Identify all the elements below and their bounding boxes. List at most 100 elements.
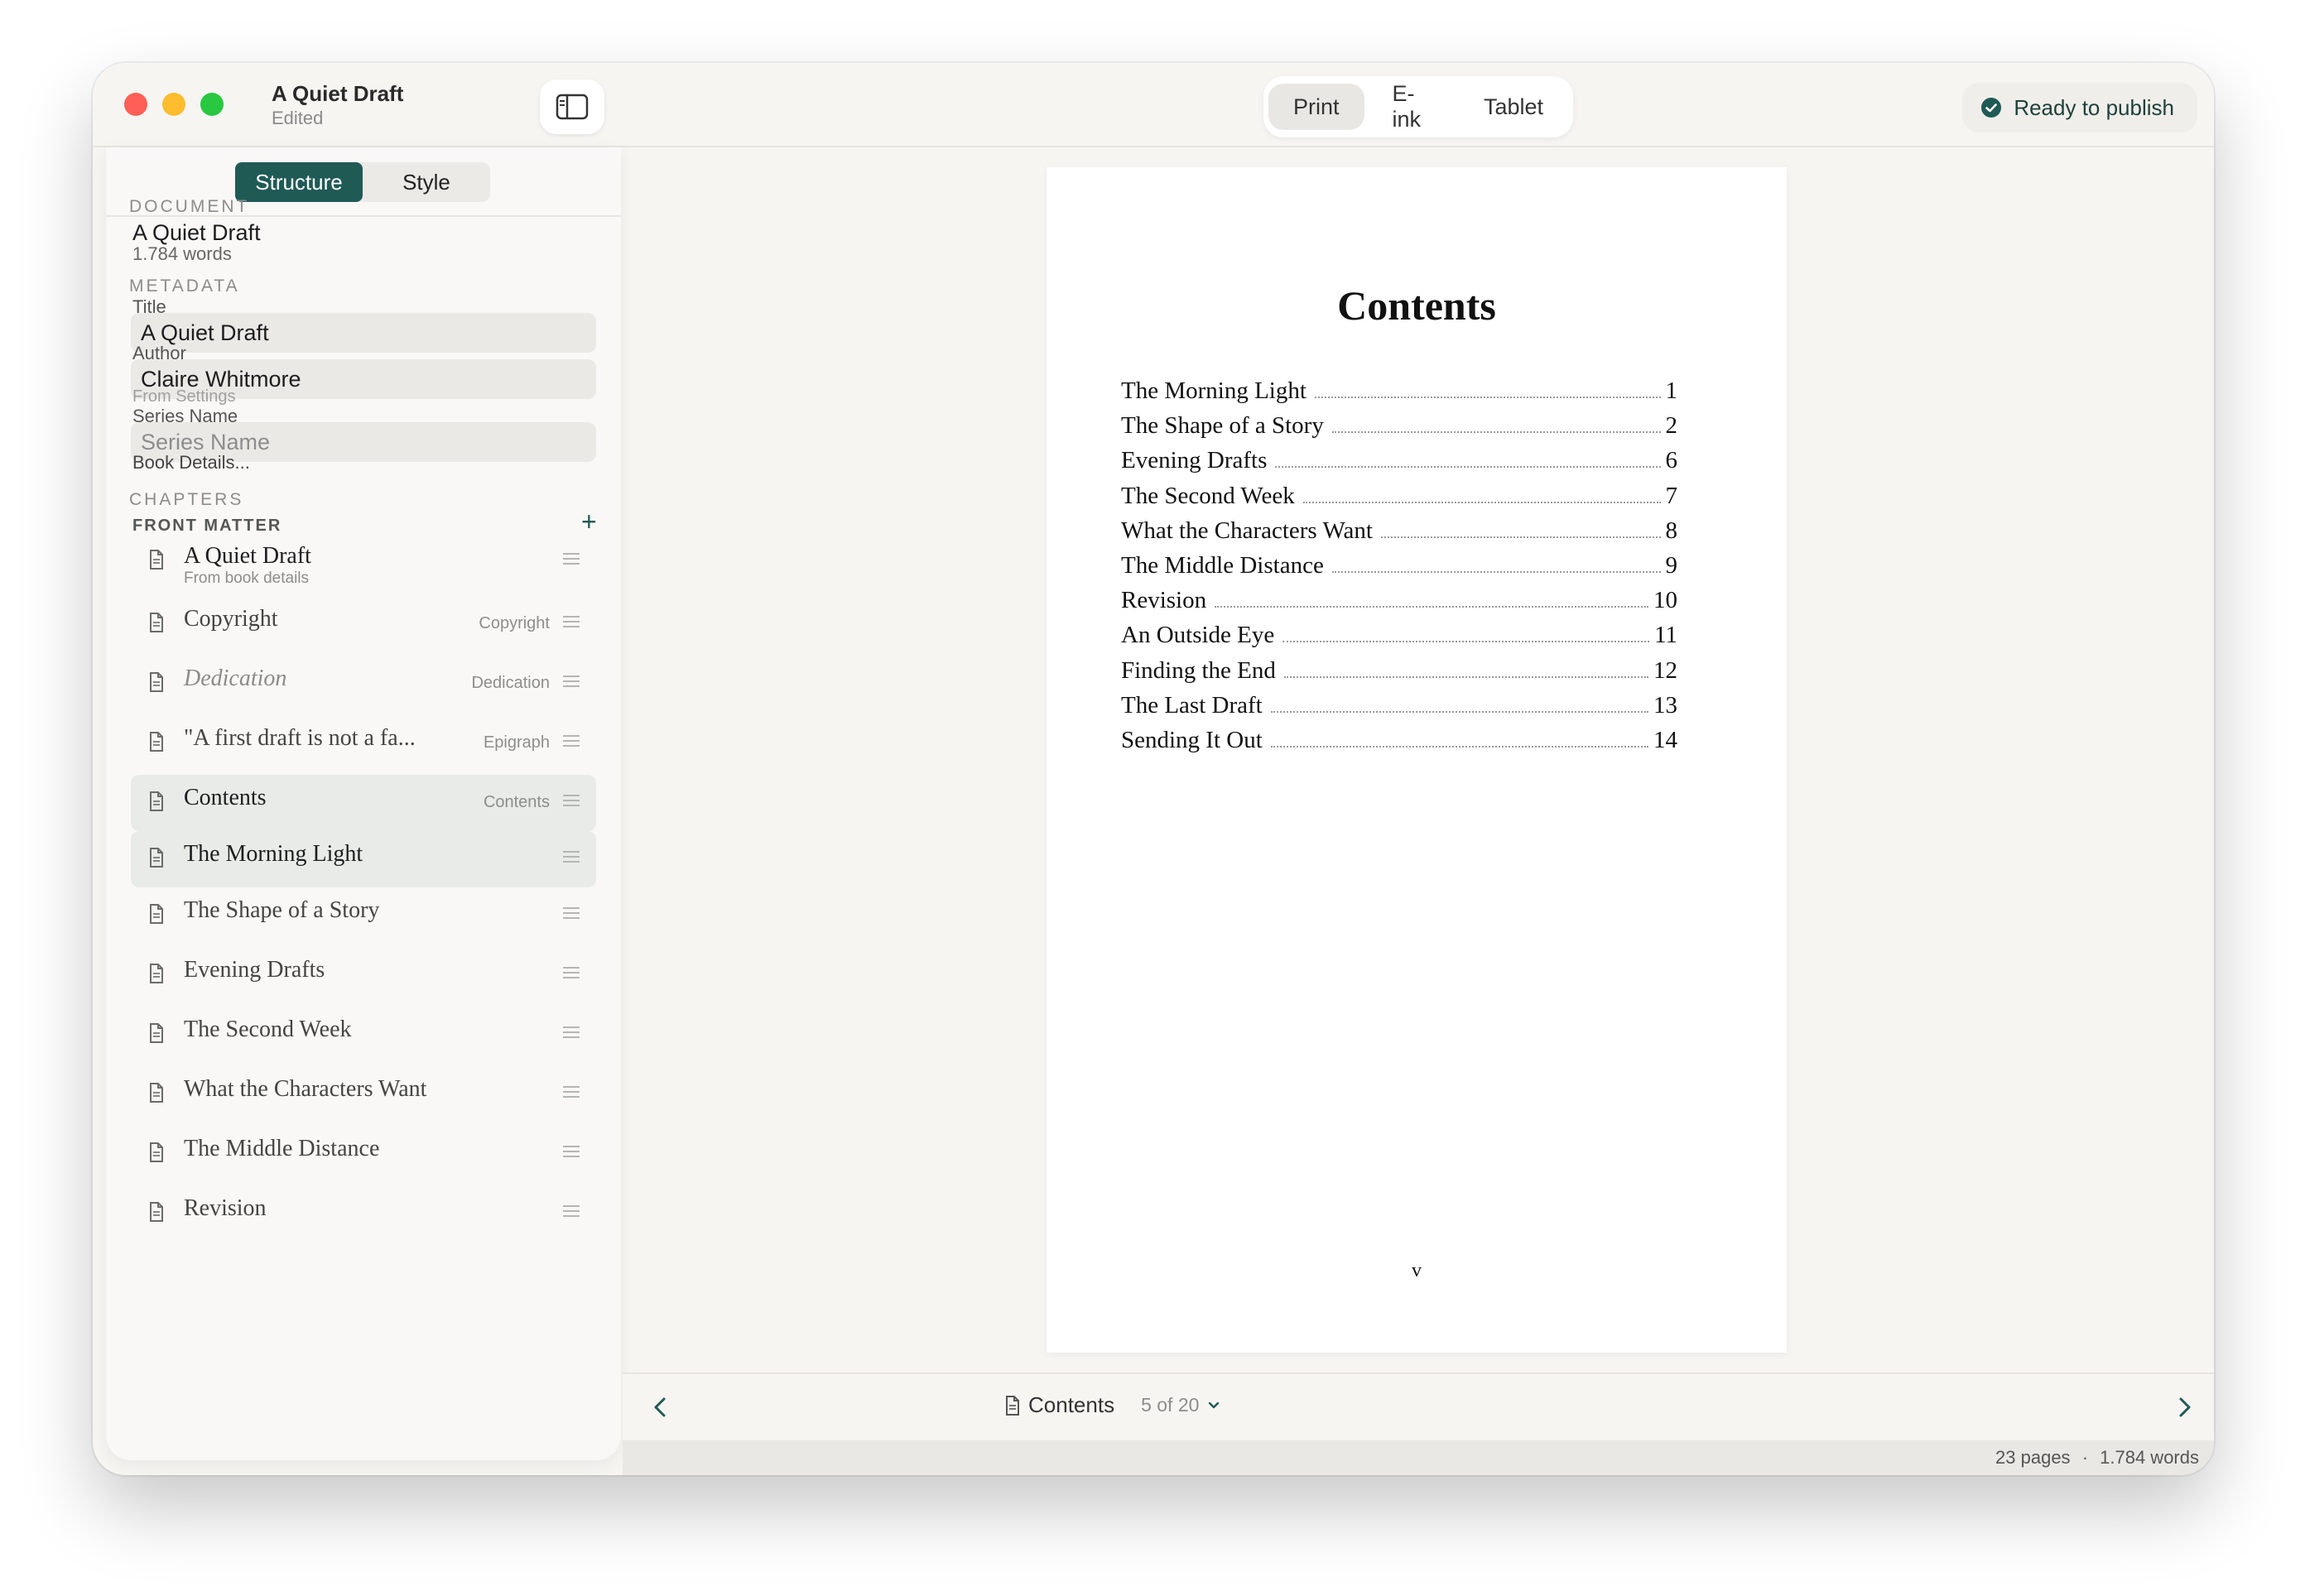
toc-entry[interactable]: Finding the End 12	[1121, 657, 1677, 692]
window-title: A Quiet Draft	[272, 81, 404, 106]
toc-entry-page: 8	[1665, 517, 1678, 544]
toc-leader	[1380, 536, 1661, 538]
chapter-source: From book details	[184, 570, 310, 587]
status-bar: 23 pages · 1.784 words	[623, 1440, 2214, 1475]
document-icon	[150, 550, 163, 570]
metadata-heading: METADATA	[129, 276, 240, 296]
tab-structure[interactable]: Structure	[235, 162, 363, 202]
chapter-type-tag: Epigraph	[483, 733, 550, 752]
toc-entry[interactable]: What the Characters Want 8	[1121, 517, 1677, 552]
current-section-selector[interactable]: Contents 5 of 20	[1005, 1392, 1220, 1418]
drag-handle-icon[interactable]	[563, 907, 580, 919]
document-icon	[150, 732, 163, 752]
minimize-window-button[interactable]	[162, 93, 185, 116]
toc-entry[interactable]: Sending It Out 14	[1121, 727, 1677, 762]
close-window-button[interactable]	[124, 93, 147, 116]
chapter-item[interactable]: The Middle Distance	[131, 1126, 596, 1185]
page-preview: Contents The Morning Light 1 The Shape of …	[1047, 167, 1787, 1353]
document-stats: 23 pages · 1.784 words	[1995, 1447, 2199, 1469]
format-tablet[interactable]: Tablet	[1459, 84, 1568, 130]
toc-entry[interactable]: The Second Week 7	[1121, 483, 1677, 517]
document-icon	[150, 791, 163, 811]
toc-leader	[1302, 501, 1661, 503]
drag-handle-icon[interactable]	[563, 1146, 580, 1157]
toc-entry-page: 1	[1665, 377, 1678, 404]
toc-entry-page: 6	[1665, 447, 1678, 474]
toc-entry-title: The Middle Distance	[1121, 551, 1324, 579]
toc-leader	[1331, 570, 1661, 573]
toc-entry[interactable]: Evening Drafts 6	[1121, 447, 1677, 482]
chapter-item[interactable]: The Shape of a Story	[131, 887, 596, 947]
drag-handle-icon[interactable]	[563, 616, 580, 627]
chapter-item[interactable]: Dedication Dedication	[131, 656, 596, 715]
format-print[interactable]: Print	[1268, 84, 1364, 130]
document-icon	[150, 613, 163, 632]
page-title: Contents	[1337, 282, 1496, 329]
format-segmented-control: Print E-ink Tablet	[1263, 76, 1573, 137]
title-bar: A Quiet Draft Edited Print E-ink Tablet …	[93, 63, 2214, 147]
document-word-count: 1.784 words	[132, 243, 232, 264]
toc-entry[interactable]: The Morning Light 1	[1121, 377, 1677, 412]
drag-handle-icon[interactable]	[563, 553, 580, 565]
toc-entry[interactable]: An Outside Eye 11	[1121, 622, 1677, 656]
stats-separator: ·	[2081, 1447, 2089, 1468]
chapter-item[interactable]: Copyright Copyright	[131, 596, 596, 656]
toc-entry-title: Finding the End	[1121, 656, 1276, 684]
page-count: 23 pages	[1995, 1447, 2071, 1468]
sidebar-toggle-button[interactable]	[540, 79, 604, 134]
drag-handle-icon[interactable]	[563, 1086, 580, 1098]
drag-handle-icon[interactable]	[563, 735, 580, 747]
toc-entry[interactable]: Revision 10	[1121, 587, 1677, 622]
toc-leader	[1270, 745, 1648, 748]
chapter-item[interactable]: A Quiet Draft From book details	[131, 533, 596, 596]
toc-entry[interactable]: The Middle Distance 9	[1121, 552, 1677, 587]
toc-entry-page: 10	[1653, 587, 1677, 614]
toc-entry-page: 9	[1665, 551, 1678, 579]
chapter-item[interactable]: The Second Week	[131, 1007, 596, 1066]
current-section-label: Contents	[1028, 1392, 1115, 1417]
document-icon	[150, 904, 163, 924]
chapter-item[interactable]: "A first draft is not a fa... Epigraph	[131, 715, 596, 775]
document-icon	[1006, 1395, 1019, 1416]
chapter-title: Dedication	[184, 666, 287, 691]
sidebar-icon	[556, 94, 589, 120]
format-eink[interactable]: E-ink	[1368, 81, 1456, 132]
toc-leader	[1275, 466, 1661, 469]
chapter-item[interactable]: Contents Contents	[131, 775, 596, 831]
chapter-item[interactable]: Revision	[131, 1185, 596, 1245]
chapter-title: Copyright	[184, 606, 278, 632]
toc-leader	[1215, 606, 1648, 608]
drag-handle-icon[interactable]	[563, 851, 580, 863]
chapter-title: The Middle Distance	[184, 1136, 380, 1161]
chapter-item[interactable]: The Morning Light	[131, 831, 596, 887]
chapter-item[interactable]: Evening Drafts	[131, 947, 596, 1007]
drag-handle-icon[interactable]	[563, 795, 580, 806]
chevron-right-icon[interactable]	[2171, 1394, 2197, 1421]
document-icon	[150, 1142, 163, 1162]
tab-style[interactable]: Style	[363, 162, 490, 202]
chapter-list: A Quiet Draft From book details Copyright C…	[131, 533, 596, 1245]
title-field[interactable]: A Quiet Draft	[131, 313, 596, 353]
book-details-link[interactable]: Book Details...	[132, 452, 250, 474]
toc-entry-page: 7	[1665, 482, 1678, 509]
chapters-heading: CHAPTERS	[129, 490, 244, 509]
toc-entry[interactable]: The Last Draft 13	[1121, 692, 1677, 727]
add-chapter-button[interactable]: +	[581, 508, 597, 535]
toc-entry-title: Revision	[1121, 587, 1207, 614]
chapter-item[interactable]: What the Characters Want	[131, 1066, 596, 1126]
toc-leader	[1331, 431, 1661, 434]
chapter-type-tag: Dedication	[471, 674, 550, 692]
drag-handle-icon[interactable]	[563, 1205, 580, 1217]
drag-handle-icon[interactable]	[563, 967, 580, 978]
chapter-title: Contents	[184, 785, 267, 810]
sidebar: Structure Style DOCUMENT A Quiet Draft 1…	[106, 147, 621, 1460]
drag-handle-icon[interactable]	[563, 675, 580, 687]
drag-handle-icon[interactable]	[563, 1026, 580, 1038]
toc-entry-title: The Shape of a Story	[1121, 412, 1324, 440]
check-circle-icon	[1981, 98, 2002, 118]
chevron-left-icon[interactable]	[647, 1394, 674, 1421]
toc-entry[interactable]: The Shape of a Story 2	[1121, 412, 1677, 447]
chapter-title: The Shape of a Story	[184, 897, 380, 923]
zoom-window-button[interactable]	[200, 93, 224, 116]
ready-to-publish-button[interactable]: Ready to publish	[1962, 83, 2197, 132]
